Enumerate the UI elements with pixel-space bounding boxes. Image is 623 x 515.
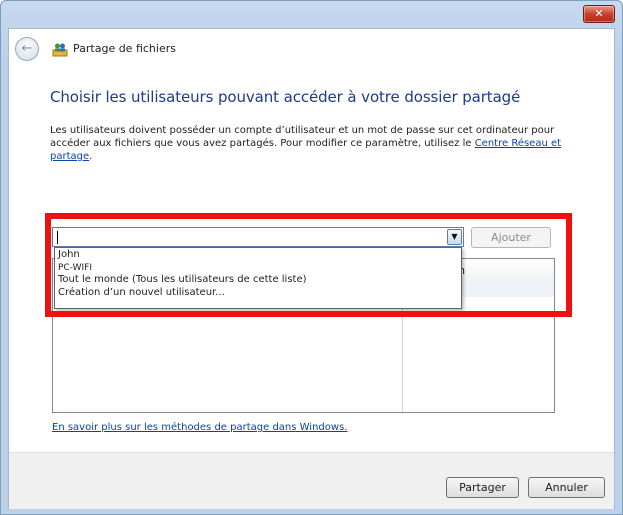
wizard-title: Partage de fichiers	[73, 42, 176, 55]
description-end: .	[89, 151, 93, 162]
footer-bar	[9, 452, 614, 509]
page-heading: Choisir les utilisateurs pouvant accéder…	[50, 88, 521, 106]
learn-more-link[interactable]: En savoir plus sur les méthodes de parta…	[52, 422, 347, 433]
cancel-button[interactable]: Annuler	[528, 477, 605, 498]
close-button[interactable]: ✕	[583, 5, 615, 23]
back-arrow-icon[interactable]: ←	[15, 37, 39, 61]
users-share-icon	[52, 43, 68, 57]
wizard-header: ← Partage de fichiers	[9, 29, 614, 69]
share-button[interactable]: Partager	[446, 477, 519, 498]
close-icon: ✕	[594, 7, 604, 20]
description: Les utilisateurs doivent posséder un com…	[50, 124, 577, 163]
title-bar: ✕	[0, 0, 623, 28]
wizard-content: ← Partage de fichiers Choisir les utilis…	[8, 28, 615, 509]
annotation-highlight-box	[45, 213, 572, 317]
